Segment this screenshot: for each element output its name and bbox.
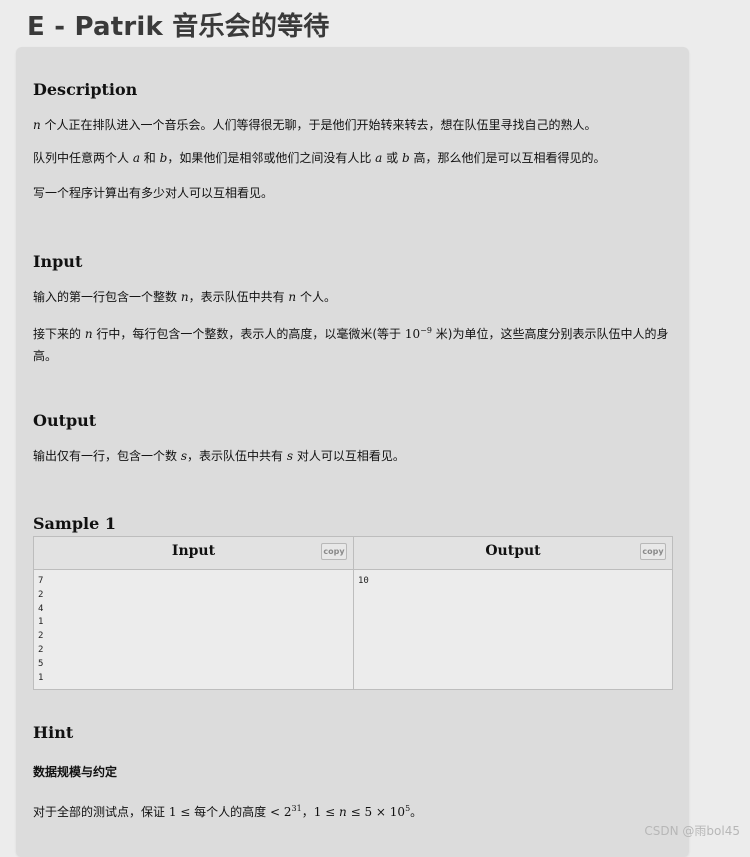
sample-heading: Sample 1 — [33, 514, 116, 533]
description-heading: Description — [33, 80, 138, 99]
sample-input-column: Input copy 7 2 4 1 2 2 5 1 — [34, 537, 354, 689]
page-title: E - Patrik 音乐会的等待 — [27, 12, 330, 42]
input-paragraph-2: 接下来的 n 行中，每行包含一个整数，表示人的高度，以毫微米(等于 10−9 米… — [33, 326, 669, 363]
hint-paragraph-1: 对于全部的测试点，保证 1 ≤ 每个人的高度 < 231，1 ≤ n ≤ 5 ×… — [33, 804, 423, 819]
description-paragraph-2: 队列中任意两个人 a 和 b，如果他们是相邻或他们之间没有人比 a 或 b 高，… — [33, 151, 606, 165]
hint-heading: Hint — [33, 723, 74, 742]
input-heading: Input — [33, 252, 83, 271]
description-paragraph-3: 写一个程序计算出有多少对人可以互相看见。 — [33, 186, 274, 200]
copy-input-button[interactable]: copy — [321, 543, 347, 560]
sample-output-label: Output — [485, 543, 541, 559]
input-paragraph-1: 输入的第一行包含一个整数 n，表示队伍中共有 n 个人。 — [33, 290, 336, 304]
sample-input-label: Input — [171, 543, 216, 559]
output-heading: Output — [33, 411, 97, 430]
sample-output-column: Output copy 10 — [354, 537, 672, 689]
description-paragraph-1: n 个人正在排队进入一个音乐会。人们等得很无聊，于是他们开始转来转去，想在队伍里… — [33, 118, 597, 132]
sample-input-header: Input copy — [34, 537, 353, 570]
copy-output-button[interactable]: copy — [640, 543, 666, 560]
sample-output-header: Output copy — [354, 537, 672, 570]
hint-subheading: 数据规模与约定 — [33, 765, 118, 779]
sample-input-text: 7 2 4 1 2 2 5 1 — [38, 576, 44, 683]
sample-output-text: 10 — [358, 576, 369, 586]
output-paragraph-1: 输出仅有一行，包含一个数 s，表示队伍中共有 s 对人可以互相看见。 — [33, 449, 405, 463]
csdn-watermark: CSDN @雨bol45 — [644, 824, 740, 838]
sample-table: Input copy 7 2 4 1 2 2 5 1 Output copy 1… — [33, 536, 673, 690]
